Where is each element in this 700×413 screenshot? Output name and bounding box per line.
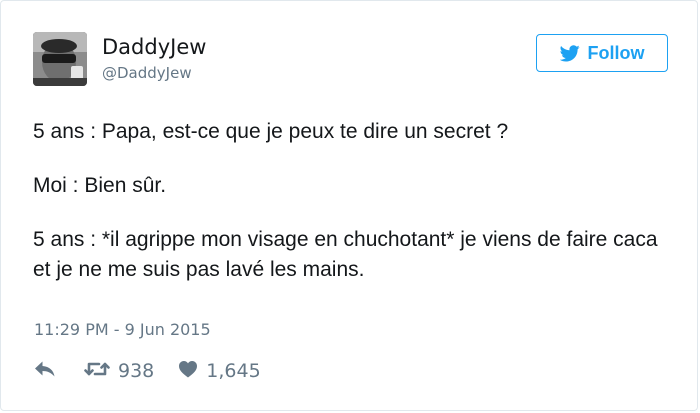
reply-button[interactable] xyxy=(34,360,56,383)
tweet-paragraph: Moi : Bien sûr. xyxy=(33,174,167,197)
tweet-paragraph: 5 ans : Papa, est-ce que je peux te dire… xyxy=(33,120,509,143)
retweet-icon xyxy=(84,360,110,383)
author-display-name[interactable]: DaddyJew xyxy=(102,34,206,60)
reply-icon xyxy=(34,360,56,383)
tweet-paragraph: 5 ans : *il agrippe mon visage en chucho… xyxy=(33,228,658,281)
follow-label: Follow xyxy=(587,42,645,63)
tweet-text: 5 ans : Papa, est-ce que je peux te dire… xyxy=(33,117,673,285)
twitter-bird-icon xyxy=(559,44,580,62)
like-count: 1,645 xyxy=(206,360,261,382)
avatar[interactable] xyxy=(33,32,87,86)
heart-icon xyxy=(178,360,198,383)
tweet-actions: 938 1,645 xyxy=(34,358,261,384)
retweet-count: 938 xyxy=(118,360,155,382)
like-button[interactable]: 1,645 xyxy=(178,360,261,383)
tweet-timestamp[interactable]: 11:29 PM - 9 Jun 2015 xyxy=(34,319,211,341)
follow-button[interactable]: Follow xyxy=(536,34,668,72)
avatar-image xyxy=(33,32,87,86)
author-screen-name[interactable]: @DaddyJew xyxy=(102,63,192,83)
tweet-card: DaddyJew @DaddyJew Follow 5 ans : Papa, … xyxy=(0,0,698,411)
retweet-button[interactable]: 938 xyxy=(84,360,154,383)
